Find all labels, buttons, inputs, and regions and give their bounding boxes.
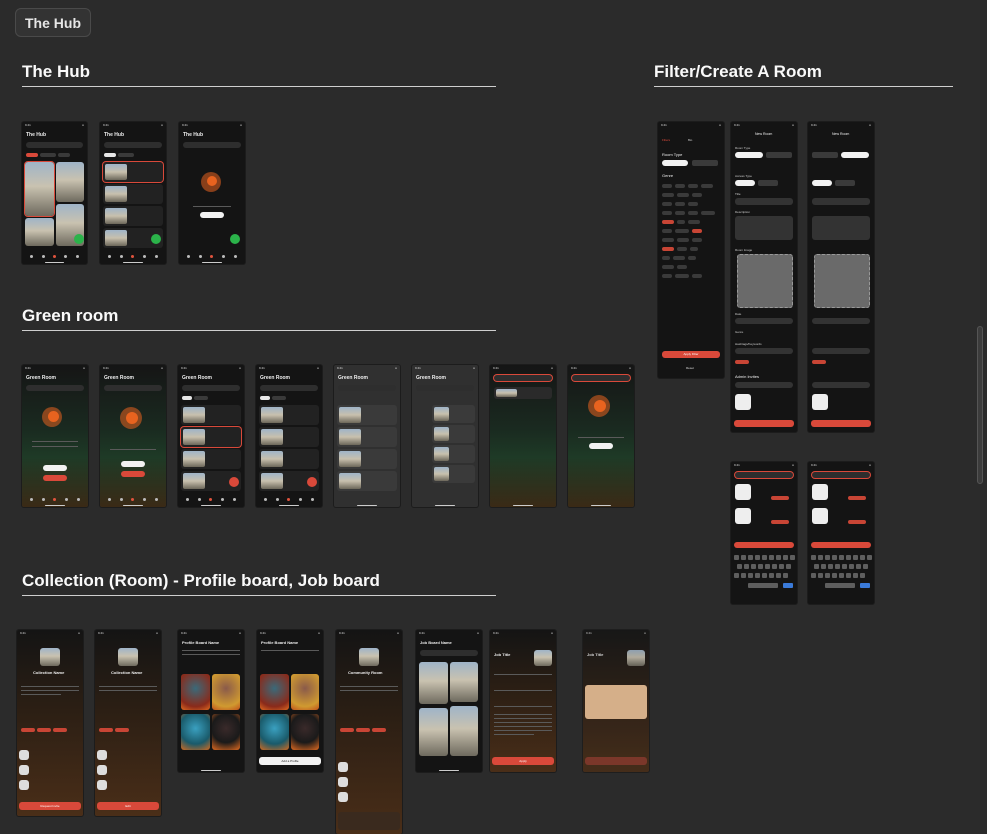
green-room-welcome[interactable]: 9:41 ▪▪ Green Room [22,365,88,507]
profile-board-screen[interactable]: 9:41 ▪▪ Profile Board Name [178,630,244,772]
create-room-button[interactable] [200,212,224,218]
create-button[interactable] [43,465,67,471]
edit-button[interactable]: Edit [97,802,159,810]
collection-screen-request[interactable]: 9:41 ▪▪ Collection Name Request Invite [17,630,83,816]
create-room-button[interactable] [811,420,871,427]
filter-screen[interactable]: 9:41 ▪▪ Filters Bio Room Type Genre Apply… [658,122,724,378]
join-button[interactable] [43,475,67,481]
new-room-screen[interactable]: 9:41 ▪▪ New Room Room Type Access Type Ti… [731,122,797,432]
section-title-collection: Collection (Room) - Profile board, Job b… [22,571,380,590]
board-title: Profile Board Name [182,640,220,645]
section-title-green-room: Green room [22,306,119,325]
screen-title: Green Room [182,375,213,381]
green-room-select-2[interactable]: 9:41 ▪▪ Green Room [412,365,478,507]
community-room-screen[interactable]: 9:41 ▪▪ Community Room [336,630,402,834]
new-room-screen-filled[interactable]: 9:41 ▪▪ New Room [808,122,874,432]
hub-screen-empty[interactable]: 9:41 ▪▪ The Hub [179,122,245,264]
room-type-label: Room Type [735,146,751,150]
section-divider [22,86,496,87]
screen-title: The Hub [104,132,124,138]
screen-title: Green Room [26,375,57,381]
access-type-label: Access Type [735,174,752,178]
screen-title: The Hub [26,132,46,138]
section-title-filter: Filter/Create A Room [654,62,822,81]
genre-label: Genre [735,330,744,334]
screen-title: Green Room [260,375,291,381]
page-tag[interactable]: The Hub [15,8,91,37]
hub-screen-list[interactable]: 9:41 ▪▪ The Hub [100,122,166,264]
join-button[interactable] [121,471,145,477]
section-title-hub: The Hub [22,62,90,81]
job-detail-screen[interactable]: 9:41 ▪▪ Job Title Apply [490,630,556,772]
green-room-no-results[interactable]: 9:41 ▪▪ [568,365,634,507]
collection-title: Collection Name [111,670,143,675]
screen-title: Green Room [338,375,369,381]
green-room-search[interactable]: 9:41 ▪▪ [490,365,556,507]
description-label: Description [735,210,751,214]
green-room-select[interactable]: 9:41 ▪▪ Green Room [334,365,400,507]
new-room-title: New Room [832,132,850,136]
genre-label: Genre [662,173,674,178]
admin-search-screen-2[interactable]: 9:41 ▪▪ [808,462,874,604]
admin-invites-label: Admin Invites [735,374,760,379]
section-divider [22,595,496,596]
job-applied-screen[interactable]: 9:41 ▪▪ Job Title [583,630,649,772]
job-title: Job Title [587,652,604,657]
add-button[interactable] [74,234,84,244]
canvas-scrollbar[interactable] [977,326,983,484]
apply-filter-button[interactable]: Apply Filter [662,351,720,358]
tab-bio[interactable]: Bio [688,138,692,142]
add-button[interactable] [151,234,161,244]
job-board-screen[interactable]: 9:41 ▪▪ Job Board Name [416,630,482,772]
search-input[interactable] [183,142,241,148]
apply-button[interactable]: Apply [492,757,554,765]
room-title: Community Room [348,670,383,675]
hub-screen-grid[interactable]: 9:41 ▪▪ The Hub [22,122,87,264]
collection-title: Collection Name [33,670,65,675]
section-divider [654,86,953,87]
create-button[interactable] [121,461,145,467]
collection-screen-edit[interactable]: 9:41 ▪▪ Collection Name Edit [95,630,161,816]
board-title: Profile Board Name [261,640,299,645]
room-type-label: Room Type [662,152,683,157]
profile-board-screen-add[interactable]: 9:41 ▪▪ Profile Board Name Add a Profile [257,630,323,772]
room-image-label: Room Image [735,248,753,252]
upload-image-area[interactable] [737,254,793,308]
search-input[interactable] [494,375,552,381]
green-room-empty[interactable]: 9:41 ▪▪ Green Room [100,365,166,507]
tab-filters[interactable]: Filters [662,138,670,142]
add-profile-button[interactable]: Add a Profile [259,757,321,765]
hashtags-label: Hashtags/Keywords [735,342,762,346]
title-label: Title [735,192,741,196]
search-input[interactable] [104,142,162,148]
screen-title: Green Room [416,375,447,381]
request-invite-button[interactable]: Request Invite [19,802,81,810]
section-divider [22,330,496,331]
add-button[interactable] [230,234,240,244]
board-title: Job Board Name [420,640,452,645]
screen-title: Green Room [104,375,135,381]
green-room-list-2[interactable]: 9:41 ▪▪ Green Room [256,365,322,507]
create-room-button[interactable] [734,420,794,427]
screen-title: The Hub [183,132,203,138]
reset-link[interactable]: Reset [686,366,694,370]
green-room-list[interactable]: 9:41 ▪▪ Green Room [178,365,244,507]
admin-search-screen[interactable]: 9:41 ▪▪ [731,462,797,604]
job-title: Job Title [494,652,511,657]
new-room-title: New Room [755,132,773,136]
date-label: Date [735,312,742,316]
search-input[interactable] [26,142,83,148]
